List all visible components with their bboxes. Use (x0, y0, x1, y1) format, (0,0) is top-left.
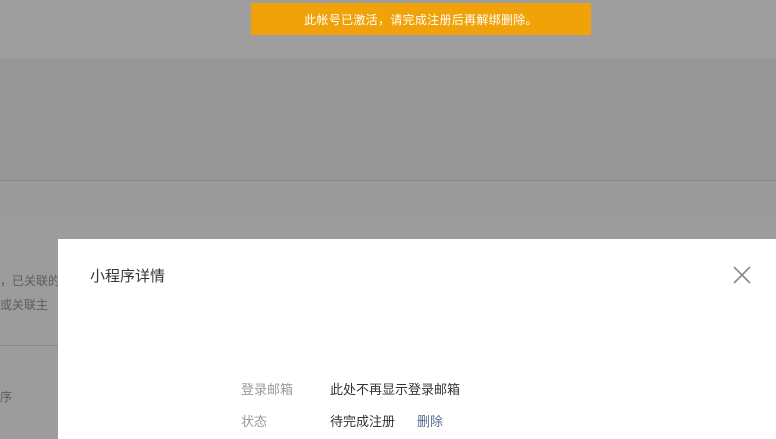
status-label: 状态 (241, 415, 268, 430)
page: ，已关联的 或关联主 序 此帐号已激活，请完成注册后再解绑删除。 小程序详情 登… (0, 0, 776, 439)
dialog-title: 小程序详情 (90, 267, 166, 285)
background-panel (0, 58, 776, 181)
background-text-line1: ，已关联的 (0, 274, 61, 288)
close-button[interactable] (730, 263, 754, 287)
background-list-item: 序 (0, 390, 13, 404)
background-text-line2: 或关联主 (0, 298, 49, 312)
background-divider (0, 345, 58, 346)
login-email-label: 登录邮箱 (241, 383, 294, 398)
notice-banner: 此帐号已激活，请完成注册后再解绑删除。 (251, 3, 591, 35)
status-value: 待完成注册 (330, 415, 396, 430)
mini-program-details-dialog: 小程序详情 登录邮箱 此处不再显示登录邮箱 状态 待完成注册 删除 (58, 239, 776, 439)
close-icon (733, 266, 751, 284)
background-strip (0, 181, 776, 220)
login-email-value: 此处不再显示登录邮箱 (330, 383, 461, 398)
delete-link[interactable]: 删除 (417, 411, 443, 430)
notice-text: 此帐号已激活，请完成注册后再解绑删除。 (304, 12, 538, 27)
